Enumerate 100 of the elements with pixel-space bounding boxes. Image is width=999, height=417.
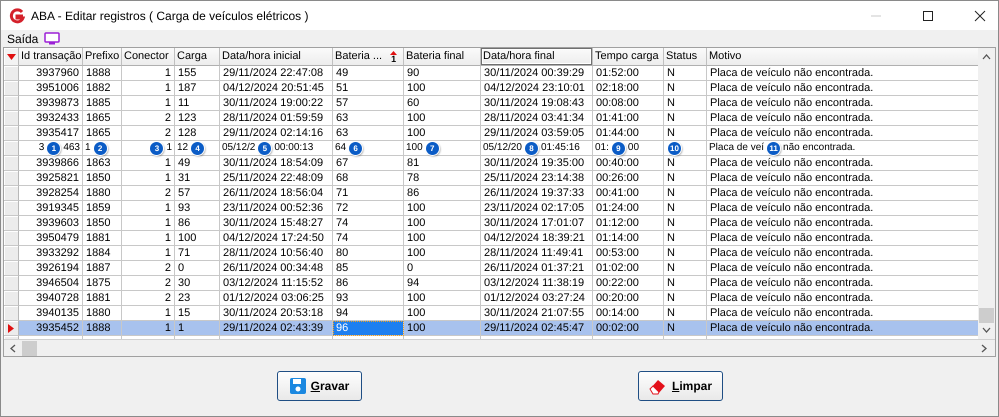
table-cell[interactable]: 3939873 [19,96,83,111]
table-cell[interactable]: 1884 [83,246,122,261]
close-icon[interactable] [974,10,986,22]
table-cell[interactable]: 26/11/2024 18:56:04 [220,186,333,201]
table-cell[interactable]: 25/11/2024 23:14:38 [481,171,593,186]
table-cell[interactable]: 00:53:00 [593,246,664,261]
table-row[interactable]: 3 1 463 1 2 3 1 12 4 05/12/2 5 00:00:13 64 6 100 7 05/12/20 8 01:45:16 01: 9 00 10 Placa de veí 11 não encontrada. [4,141,978,156]
table-cell[interactable]: 1 [175,321,220,336]
table-cell[interactable]: 11 [175,96,220,111]
table-cell[interactable]: 3935452 [19,321,83,336]
table-cell[interactable]: 30/11/2024 19:00:22 [220,96,333,111]
table-cell[interactable]: 100 [404,231,481,246]
horizontal-scrollbar[interactable] [4,339,995,356]
table-row[interactable]: 3935417 1865 2 128 29/11/2024 02:14:16 63 100 29/11/2024 03:59:05 01:44:00 N Placa de veículo não encontrada. [4,126,978,141]
table-cell[interactable]: 29/11/2024 03:59:05 [481,126,593,141]
table-cell[interactable]: 28/11/2024 01:59:59 [220,111,333,126]
table-cell[interactable]: 3951006 [19,81,83,96]
table-cell[interactable]: 0 [404,261,481,276]
table-cell[interactable]: 3933292 [19,246,83,261]
table-cell[interactable]: 60 [404,96,481,111]
table-cell[interactable]: 29/11/2024 02:45:47 [481,321,593,336]
table-cell[interactable]: 30/11/2024 00:39:29 [481,66,593,81]
table-cell[interactable]: N [664,246,707,261]
table-cell[interactable]: 00:02:00 [593,321,664,336]
table-cell[interactable]: 1859 [83,201,122,216]
table-cell[interactable]: 68 [333,171,404,186]
table-cell[interactable]: 57 [333,96,404,111]
table-cell[interactable]: 1875 [83,276,122,291]
table-cell[interactable]: N [664,156,707,171]
column-header[interactable]: Status [664,48,707,66]
scroll-thumb[interactable] [979,308,994,324]
table-cell[interactable]: 03/12/2024 11:15:52 [220,276,333,291]
table-cell[interactable]: 00:22:00 [593,276,664,291]
table-cell[interactable]: 90 [404,66,481,81]
table-cell[interactable]: 100 [404,291,481,306]
table-cell[interactable]: 1887 [83,261,122,276]
table-cell[interactable]: 1850 [83,171,122,186]
table-cell[interactable]: N [664,66,707,81]
table-cell[interactable]: 1863 [83,156,122,171]
table-cell[interactable]: 49 [333,66,404,81]
table-cell[interactable]: 3926194 [19,261,83,276]
table-cell[interactable]: 31 [175,171,220,186]
table-row[interactable]: 3928254 1880 2 57 26/11/2024 18:56:04 71 86 26/11/2024 19:37:33 00:41:00 N Placa de veículo não encontrada. [4,186,978,201]
table-row[interactable]: 3940728 1881 2 23 01/12/2024 03:06:25 93 100 01/12/2024 03:27:24 00:20:00 N Placa de veículo não encontrada. [4,291,978,306]
table-cell[interactable]: 1 [122,171,175,186]
table-cell[interactable]: 100 [404,216,481,231]
table-cell[interactable]: 04/12/2024 23:10:01 [481,81,593,96]
table-cell[interactable]: 100 [404,111,481,126]
table-cell[interactable]: 1888 [83,321,122,336]
table-cell[interactable]: 71 [333,186,404,201]
maximize-icon[interactable] [922,10,934,22]
table-cell[interactable]: 01:24:00 [593,201,664,216]
scroll-down-icon[interactable] [982,327,992,334]
table-cell[interactable]: 3939603 [19,216,83,231]
table-cell[interactable]: 51 [333,81,404,96]
table-cell[interactable]: 57 [175,186,220,201]
table-row[interactable]: 3933292 1884 1 71 28/11/2024 10:56:40 80 100 28/11/2024 11:49:41 00:53:00 N Placa de veículo não encontrada. [4,246,978,261]
column-header[interactable]: Data/hora inicial [220,48,333,66]
table-cell[interactable]: 30/11/2024 18:54:09 [220,156,333,171]
table-cell[interactable]: 128 [175,126,220,141]
table-cell[interactable]: 81 [404,156,481,171]
table-cell[interactable]: 26/11/2024 00:34:48 [220,261,333,276]
table-cell[interactable]: 01:14:00 [593,231,664,246]
table-cell[interactable]: 01/12/2024 03:27:24 [481,291,593,306]
table-cell[interactable]: 100 [404,321,481,336]
table-cell[interactable]: N [664,231,707,246]
table-cell[interactable]: 1865 [83,126,122,141]
table-cell[interactable]: 26/11/2024 01:37:21 [481,261,593,276]
table-cell[interactable]: 0 [175,261,220,276]
table-row[interactable]: 3950479 1881 1 100 04/12/2024 17:24:50 74 100 04/12/2024 18:39:21 01:14:00 N Placa de veículo não encontrada. [4,231,978,246]
table-cell[interactable]: 26/11/2024 19:37:33 [481,186,593,201]
table-cell[interactable]: 3932433 [19,111,83,126]
table-cell[interactable]: 3940728 [19,291,83,306]
scroll-thumb[interactable] [22,340,37,356]
table-row[interactable]: 3925821 1850 1 31 25/11/2024 22:48:09 68 78 25/11/2024 23:14:38 00:26:00 N Placa de veículo não encontrada. [4,171,978,186]
table-cell[interactable]: 30 [175,276,220,291]
table-cell[interactable]: N [664,201,707,216]
table-cell[interactable]: N [664,171,707,186]
table-cell[interactable]: 2 [122,291,175,306]
table-cell[interactable]: 2 [122,276,175,291]
table-cell[interactable]: 3919345 [19,201,83,216]
table-cell[interactable]: 04/12/2024 20:51:45 [220,81,333,96]
table-cell[interactable]: N [664,261,707,276]
table-cell[interactable]: 1 [122,201,175,216]
column-header[interactable]: Tempo carga [593,48,664,66]
table-cell[interactable]: 02:18:00 [593,81,664,96]
table-cell[interactable]: 00:08:00 [593,96,664,111]
table-cell[interactable]: 93 [175,201,220,216]
table-cell[interactable]: 3939866 [19,156,83,171]
table-cell[interactable]: 1881 [83,291,122,306]
table-cell[interactable]: 74 [333,231,404,246]
table-cell[interactable]: 1885 [83,96,122,111]
table-cell[interactable]: 1 [122,96,175,111]
table-cell[interactable]: 1 [122,231,175,246]
table-cell[interactable]: 63 [333,126,404,141]
table-cell[interactable]: N [664,291,707,306]
table-cell[interactable]: N [664,276,707,291]
table-cell[interactable]: N [664,81,707,96]
table-cell[interactable]: 3928254 [19,186,83,201]
table-row[interactable]: 3926194 1887 2 0 26/11/2024 00:34:48 85 0 26/11/2024 01:37:21 01:02:00 N Placa de veículo não encontrada. [4,261,978,276]
